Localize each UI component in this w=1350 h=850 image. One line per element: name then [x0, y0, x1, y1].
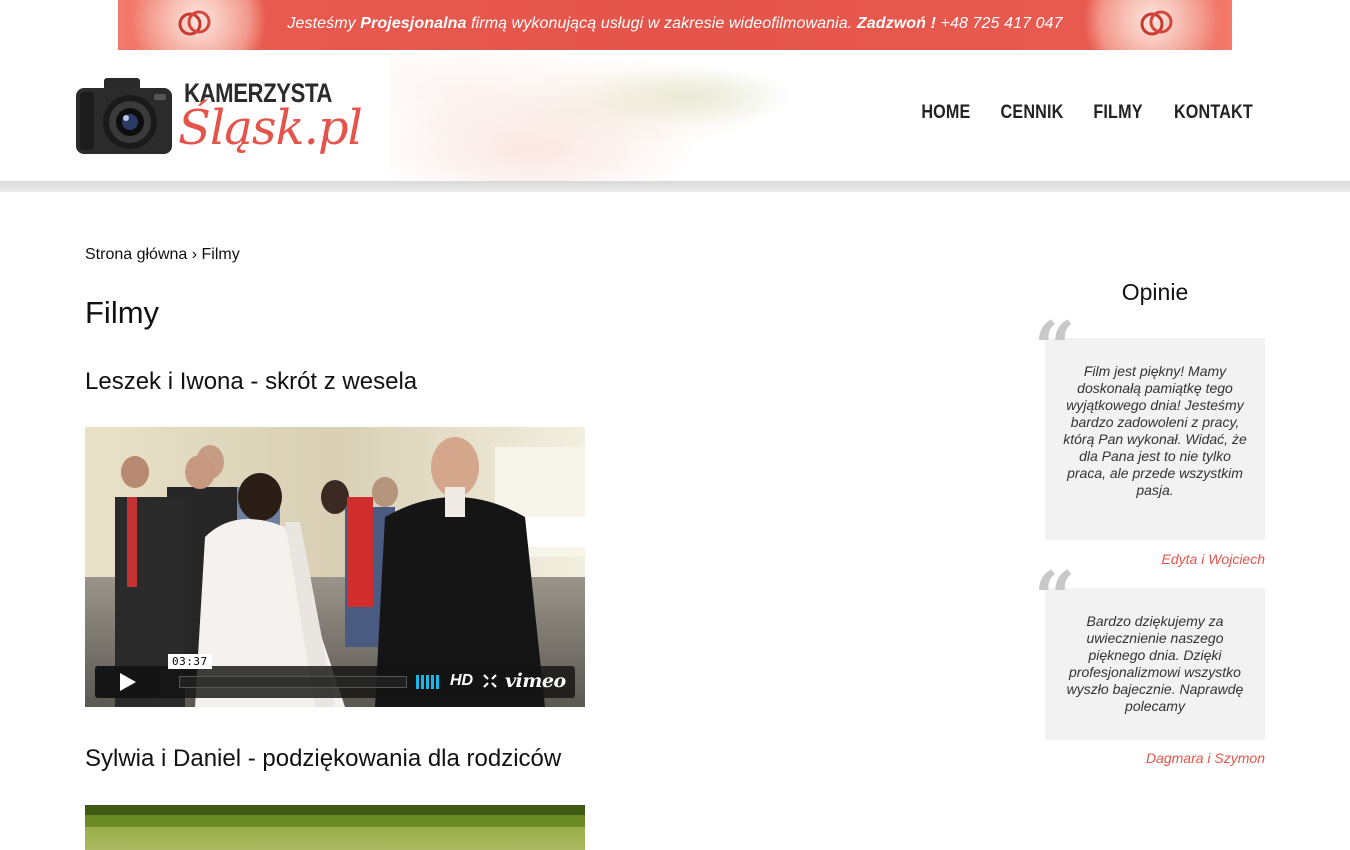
site-logo[interactable]: KAMERZYSTA Śląsk.pl	[72, 72, 372, 172]
video-duration: 03:37	[168, 654, 212, 669]
video-thumbnail	[85, 427, 585, 707]
video-thumbnail	[85, 805, 585, 850]
top-banner-text: Jesteśmy Projesjonalna firmą wykonującą …	[118, 15, 1232, 33]
video-player[interactable]: 03:37 HD vimeo	[85, 427, 585, 707]
banner-bold: Projesjonalna	[360, 15, 467, 32]
video-controls: 03:37 HD vimeo	[95, 654, 575, 698]
banner-prefix: Jesteśmy	[287, 15, 361, 32]
play-button[interactable]	[95, 666, 160, 698]
film-title: Sylwia i Daniel - podziękowania dla rodz…	[85, 745, 562, 772]
nav-item-cennik[interactable]: CENNIK	[1001, 102, 1064, 124]
banner-phone[interactable]: +48 725 417 047	[936, 15, 1063, 32]
main-nav: HOME CENNIK FILMY KONTAKT	[917, 102, 1260, 124]
quote-icon: “	[1034, 555, 1076, 640]
camera-icon	[76, 78, 172, 154]
testimonial-card: Film jest piękny! Mamy doskonałą pamiątk…	[1045, 338, 1265, 540]
play-icon	[119, 673, 136, 691]
video-progress-bar[interactable]	[179, 676, 407, 688]
nav-item-home[interactable]: HOME	[922, 102, 971, 124]
top-banner: Jesteśmy Projesjonalna firmą wykonującą …	[0, 0, 1350, 50]
testimonial-card: Bardzo dziękujemy za uwiecznienie naszeg…	[1045, 588, 1265, 740]
header-divider	[0, 181, 1350, 192]
nav-item-kontakt[interactable]: KONTAKT	[1174, 102, 1253, 124]
fullscreen-icon[interactable]	[483, 674, 497, 688]
testimonial-author: Edyta i Wojciech	[1161, 551, 1265, 567]
logo-script-text: Śląsk.pl	[178, 100, 363, 156]
sidebar-title: Opinie	[1121, 279, 1189, 305]
breadcrumb: Strona główna › Filmy	[85, 246, 240, 264]
top-banner-strip: Jesteśmy Projesjonalna firmą wykonującą …	[118, 0, 1232, 50]
breadcrumb-separator: ›	[187, 246, 202, 263]
testimonial-text: Bardzo dziękujemy za uwiecznienie naszeg…	[1066, 613, 1244, 714]
testimonial-text: Film jest piękny! Mamy doskonałą pamiątk…	[1063, 363, 1247, 498]
breadcrumb-home-link[interactable]: Strona główna	[85, 246, 187, 263]
breadcrumb-current: Filmy	[201, 246, 240, 263]
banner-call-label: Zadzwoń !	[856, 15, 937, 32]
vimeo-logo[interactable]: vimeo	[505, 670, 566, 692]
testimonial-author: Dagmara i Szymon	[1145, 750, 1265, 766]
header-floral-decoration	[390, 51, 790, 181]
volume-icon[interactable]	[416, 675, 440, 689]
film-title: Leszek i Iwona - skrót z wesela	[85, 368, 418, 395]
video-player[interactable]	[85, 805, 585, 850]
nav-item-filmy[interactable]: FILMY	[1093, 102, 1142, 124]
hd-toggle[interactable]: HD	[450, 672, 473, 690]
page-title: Filmy	[85, 295, 160, 330]
banner-mid: firmą wykonującą usługi w zakresie wideo…	[466, 15, 857, 32]
quote-icon: “	[1034, 305, 1076, 390]
